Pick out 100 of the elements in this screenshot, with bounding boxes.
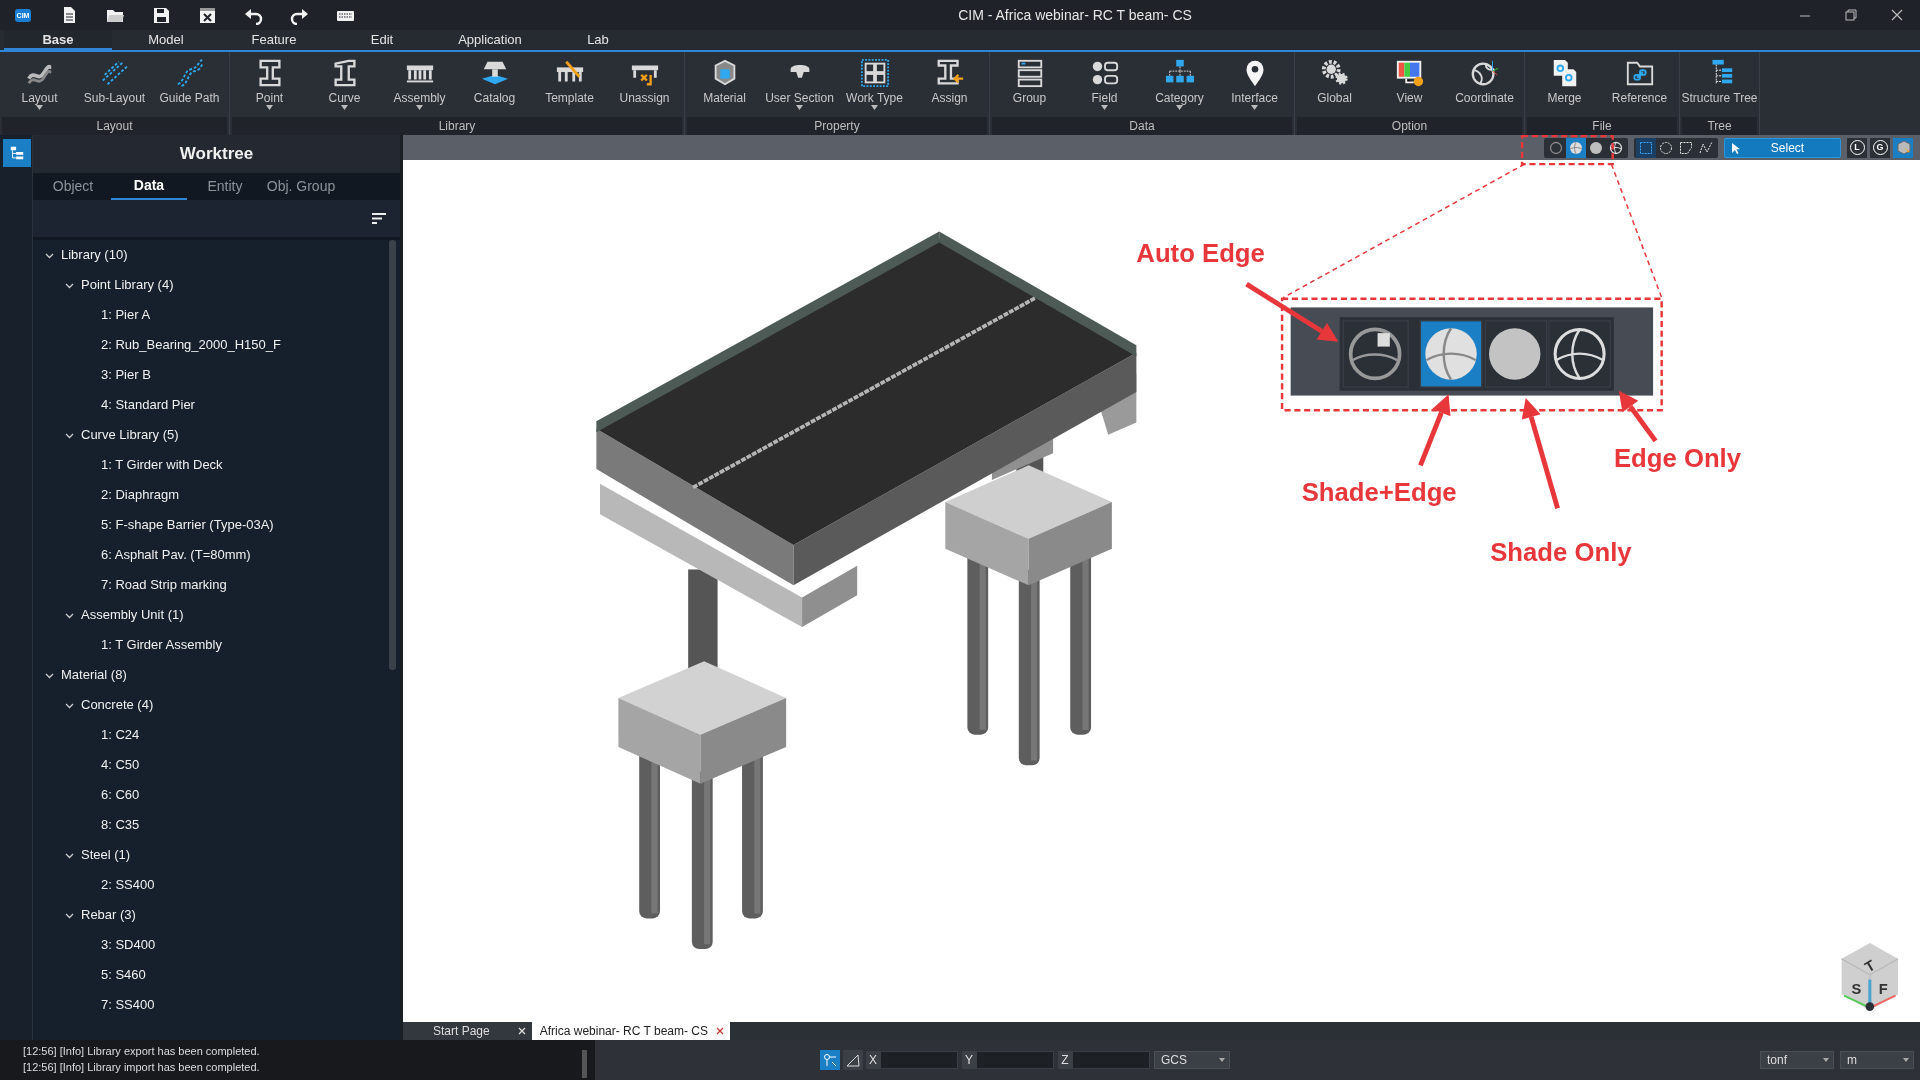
tree-item[interactable]: 1: T Girder Assembly <box>33 630 400 660</box>
ribbon-button[interactable]: Structure Tree <box>1682 52 1757 117</box>
ribbon-button[interactable]: View <box>1372 52 1447 117</box>
unit-dropdown[interactable]: m <box>1840 1051 1914 1069</box>
tree-item[interactable]: Assembly Unit (1) <box>33 600 400 630</box>
ribbon-button[interactable]: Material <box>687 52 762 117</box>
tree-item[interactable]: 6: Asphalt Pav. (T=80mm) <box>33 540 400 570</box>
panel-tab[interactable]: Object <box>35 173 111 200</box>
panel-tab[interactable]: Entity <box>187 173 263 200</box>
ribbon-button[interactable]: Merge <box>1527 52 1602 117</box>
close-icon[interactable] <box>716 1027 724 1035</box>
coordinate-field[interactable] <box>1072 1051 1150 1069</box>
tree-item-label: 1: Pier A <box>101 306 151 325</box>
document-tab[interactable]: Start Page <box>403 1022 532 1040</box>
worktree-toggle-button[interactable] <box>3 139 31 167</box>
menu-tab[interactable]: Application <box>436 30 544 50</box>
unit-dropdown[interactable]: tonf <box>1760 1051 1834 1069</box>
tree-item[interactable]: Curve Library (5) <box>33 420 400 450</box>
tree-item[interactable]: Point Library (4) <box>33 270 400 300</box>
scrollbar[interactable] <box>582 1050 587 1078</box>
coordinate-field[interactable] <box>880 1051 958 1069</box>
ribbon-button[interactable]: Curve <box>307 52 382 117</box>
menu-tab[interactable]: Model <box>112 30 220 50</box>
ribbon-button[interactable]: Assembly <box>382 52 457 117</box>
tree-item[interactable]: 8: C35 <box>33 810 400 840</box>
tree-item[interactable]: 4: C50 <box>33 750 400 780</box>
ribbon-button[interactable]: User Section <box>762 52 837 117</box>
render-mode-button[interactable] <box>1566 137 1586 158</box>
tree-item[interactable]: 1: Pier A <box>33 300 400 330</box>
coordinate-system-dropdown[interactable]: GCS <box>1154 1051 1230 1069</box>
ribbon-button[interactable]: Assign <box>912 52 987 117</box>
ribbon-button[interactable]: Category <box>1142 52 1217 117</box>
ribbon-button[interactable]: Sub-Layout <box>77 52 152 117</box>
menu-tab[interactable]: Lab <box>544 30 652 50</box>
tree-item[interactable]: Rebar (3) <box>33 900 400 930</box>
globe-axes-icon <box>1469 58 1500 88</box>
toggle-button[interactable]: G <box>1870 137 1890 158</box>
dashed-lines-icon <box>99 58 130 88</box>
ribbon-button[interactable]: Work Type <box>837 52 912 117</box>
snap-button[interactable] <box>820 1050 840 1070</box>
tree-item-label: 1: T Girder with Deck <box>101 456 223 475</box>
ribbon-group-label: Option <box>1297 117 1522 135</box>
tree-item[interactable]: 2: SS400 <box>33 870 400 900</box>
tree-item[interactable]: 3: SD400 <box>33 930 400 960</box>
ribbon-group-label: Property <box>687 117 987 135</box>
ribbon-button[interactable]: Layout <box>2 52 77 117</box>
tree-item[interactable]: Library (10) <box>33 240 400 270</box>
menu-tab[interactable]: Feature <box>220 30 328 50</box>
ribbon-button[interactable]: Unassign <box>607 52 682 117</box>
tree-item[interactable]: Material (8) <box>33 660 400 690</box>
close-icon[interactable] <box>1890 8 1904 22</box>
ribbon-button[interactable]: Global <box>1297 52 1372 117</box>
menu-tab[interactable]: Edit <box>328 30 436 50</box>
ribbon-button[interactable]: Coordinate <box>1447 52 1522 117</box>
document-tab[interactable]: Africa webinar- RC T beam- CS <box>531 1022 730 1040</box>
tree-item[interactable]: Concrete (4) <box>33 690 400 720</box>
ribbon-button[interactable]: Template <box>532 52 607 117</box>
caret-icon <box>1903 1058 1909 1062</box>
tree-item[interactable]: 7: Road Strip marking <box>33 570 400 600</box>
ribbon-button[interactable]: Group <box>992 52 1067 117</box>
log-message: [12:56] [Info] Library export has been completed. <box>23 1044 260 1059</box>
view-cube[interactable]: T S F <box>1841 942 1899 1011</box>
angle-button[interactable] <box>843 1050 863 1070</box>
tree-item[interactable]: 6: C60 <box>33 780 400 810</box>
select-button[interactable]: Select <box>1724 137 1841 158</box>
tree-item-label: 8: C35 <box>101 816 140 835</box>
log-message: [12:56] [Info] Library import has been completed. <box>23 1059 260 1075</box>
dashed-curves-icon <box>174 58 205 88</box>
close-file-icon[interactable] <box>197 5 217 25</box>
angle-icon <box>846 1053 860 1067</box>
tree-item[interactable]: Steel (1) <box>33 840 400 870</box>
tree-item[interactable]: 5: F-shape Barrier (Type-03A) <box>33 510 400 540</box>
restore-icon[interactable] <box>1844 8 1858 22</box>
coordinate-field[interactable] <box>976 1051 1054 1069</box>
ribbon-group-label: File <box>1527 117 1677 135</box>
ribbon-button[interactable]: Interface <box>1217 52 1292 117</box>
menu-tab[interactable]: Base <box>4 30 112 50</box>
tree-item[interactable]: 1: C24 <box>33 720 400 750</box>
annotation-label: Auto Edge <box>1136 239 1265 268</box>
ribbon-button[interactable]: Field <box>1067 52 1142 117</box>
tree-item[interactable]: 3: Pier B <box>33 360 400 390</box>
scrollbar[interactable] <box>389 240 396 670</box>
panel-tab[interactable]: Obj. Group <box>263 173 339 200</box>
save-icon[interactable] <box>151 5 171 25</box>
tree-item[interactable]: 5: S460 <box>33 960 400 990</box>
sort-icon[interactable] <box>372 213 386 224</box>
tree-item[interactable]: 4: Standard Pier <box>33 390 400 420</box>
ribbon-button[interactable]: Catalog <box>457 52 532 117</box>
tree-item[interactable]: 7: SS400 <box>33 990 400 1020</box>
tree-item[interactable]: 2: Diaphragm <box>33 480 400 510</box>
ribbon-button[interactable]: Point <box>232 52 307 117</box>
view-cube-toggle[interactable] <box>1893 137 1913 158</box>
tree-item[interactable]: 2: Rub_Bearing_2000_H150_F <box>33 330 400 360</box>
tree-item-label: Point Library (4) <box>81 276 174 295</box>
toggle-button[interactable]: L <box>1847 137 1867 158</box>
tree-item[interactable]: 1: T Girder with Deck <box>33 450 400 480</box>
gears-icon <box>1319 58 1350 88</box>
coordinate-label: X <box>866 1051 880 1069</box>
ribbon-button[interactable]: Guide Path <box>152 52 227 117</box>
ribbon-button[interactable]: Reference <box>1602 52 1677 117</box>
